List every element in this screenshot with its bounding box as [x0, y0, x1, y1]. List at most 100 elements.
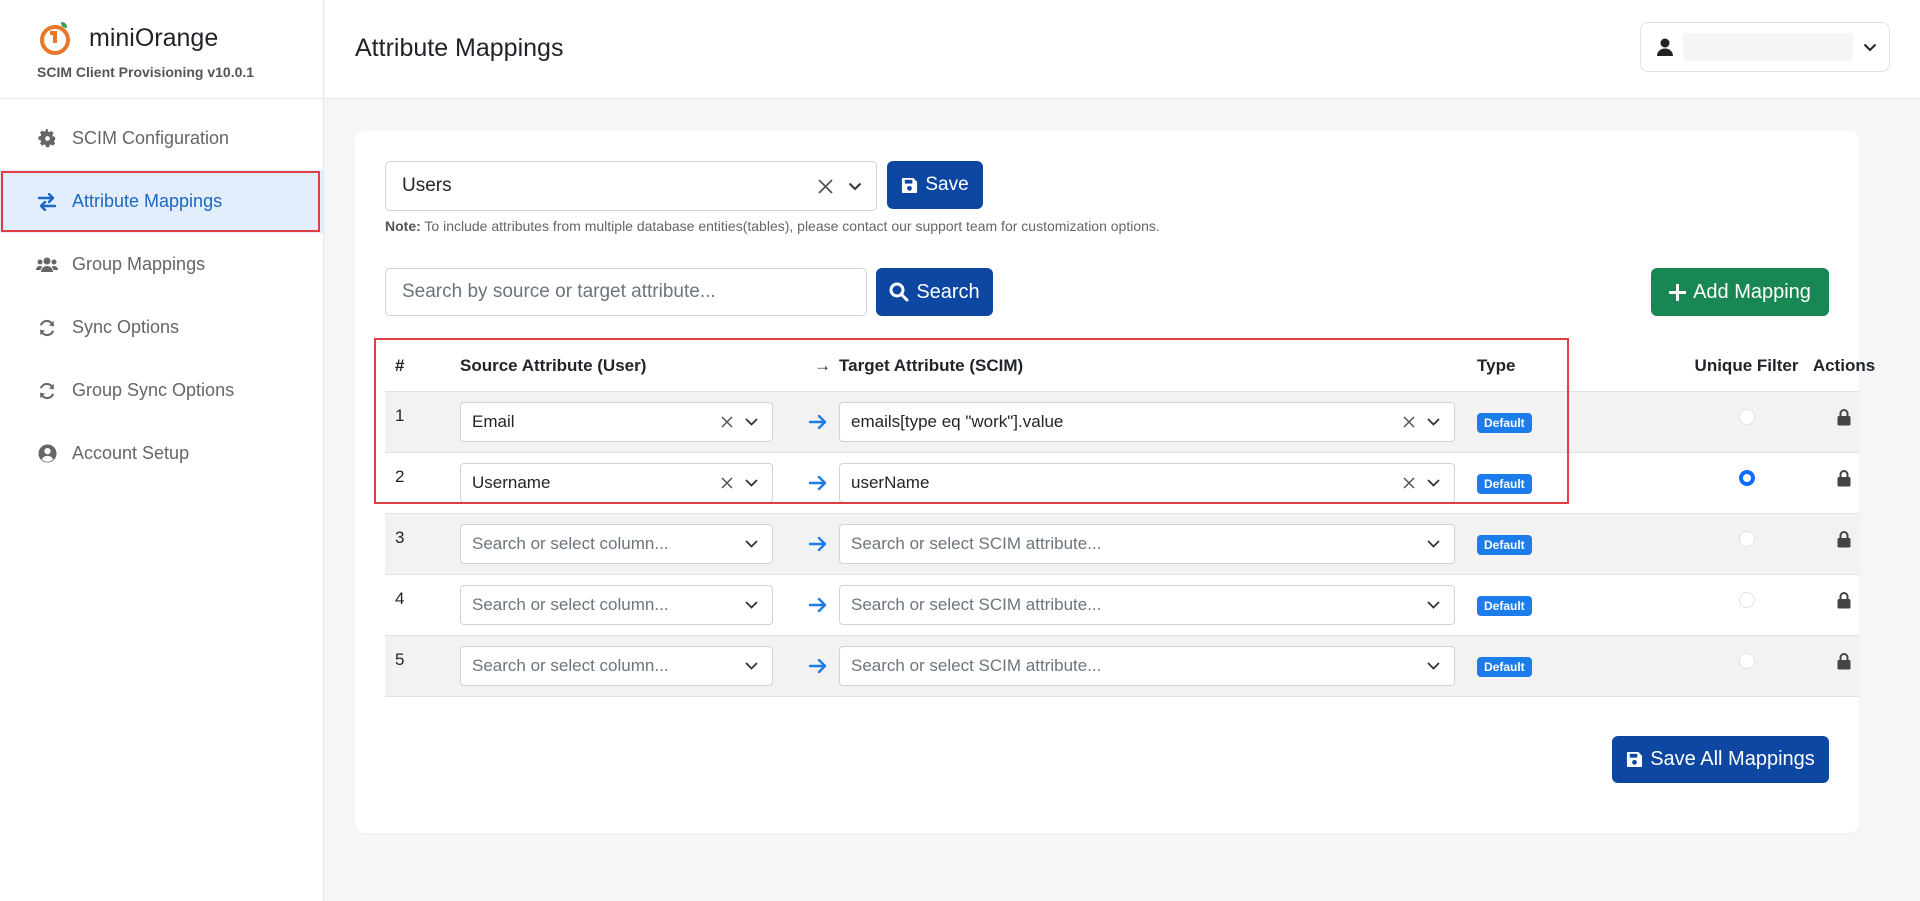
type-badge: Default [1477, 473, 1532, 494]
unique-filter-radio[interactable] [1738, 409, 1755, 425]
sidebar-item-sync-options[interactable]: Sync Options [0, 296, 323, 359]
sidebar-item-group-sync-options[interactable]: Group Sync Options [0, 359, 323, 422]
col-header-actions: Actions [1812, 355, 1876, 375]
source-attribute-value: Username [472, 473, 551, 492]
chevron-down-icon[interactable] [1427, 662, 1440, 670]
clear-icon[interactable] [721, 477, 733, 489]
clear-icon[interactable] [1403, 477, 1415, 489]
sidebar-item-attribute-mappings[interactable]: Attribute Mappings [0, 170, 323, 233]
unique-filter-radio[interactable] [1738, 592, 1755, 608]
user-menu-dropdown[interactable] [1640, 22, 1890, 72]
source-attribute-select[interactable]: Search or select column... [460, 585, 773, 625]
top-header: Attribute Mappings [325, 0, 1920, 99]
search-icon [889, 282, 909, 302]
sidebar-item-scim-configuration[interactable]: SCIM Configuration [0, 107, 323, 170]
entity-select-value: Users [402, 175, 452, 196]
chevron-down-icon[interactable] [1427, 418, 1440, 426]
sidebar-item-account-setup[interactable]: Account Setup [0, 422, 323, 485]
sidebar-item-label: SCIM Configuration [72, 128, 230, 148]
miniorange-logo-icon [40, 22, 70, 55]
target-attribute-select[interactable]: emails[type eq "work"].value [839, 402, 1455, 442]
target-attribute-placeholder: Search or select SCIM attribute... [851, 534, 1102, 553]
brand-name: miniOrange [89, 23, 219, 52]
plus-icon [1669, 283, 1687, 301]
chevron-down-icon[interactable] [848, 182, 862, 191]
chevron-down-icon[interactable] [745, 540, 758, 548]
save-button-label: Save [925, 174, 969, 195]
search-button[interactable]: Search [876, 268, 993, 316]
add-mapping-button[interactable]: Add Mapping [1651, 268, 1829, 316]
type-badge: Default [1477, 534, 1532, 555]
floppy-disk-icon [1627, 751, 1643, 768]
arrow-right-icon [789, 658, 839, 674]
target-attribute-select[interactable]: Search or select SCIM attribute... [839, 646, 1455, 686]
sidebar-item-label: Sync Options [72, 317, 180, 337]
mappings-card: Users Save Note: To include attributes f… [355, 131, 1876, 833]
sidebar: miniOrange SCIM Client Provisioning v10.… [0, 0, 324, 901]
chevron-down-icon[interactable] [745, 479, 758, 487]
note-text: Note: To include attributes from multipl… [385, 218, 1160, 234]
chevron-down-icon[interactable] [745, 418, 758, 426]
chevron-down-icon[interactable] [1427, 479, 1440, 487]
target-attribute-placeholder: Search or select SCIM attribute... [851, 595, 1102, 614]
lock-icon [1837, 469, 1851, 486]
row-number: 5 [395, 650, 405, 669]
chevron-down-icon[interactable] [745, 601, 758, 609]
search-button-label: Search [916, 280, 980, 303]
col-header-target: Target Attribute (SCIM) [839, 355, 1024, 375]
users-icon [36, 254, 58, 276]
table-row: 1 Email emails[type eq "work"].value Def… [385, 392, 1859, 453]
exchange-arrows-icon [36, 191, 58, 213]
target-attribute-select[interactable]: Search or select SCIM attribute... [839, 585, 1455, 625]
user-name-placeholder [1683, 33, 1853, 61]
sidebar-item-label: Group Mappings [72, 254, 206, 274]
save-button[interactable]: Save [887, 161, 983, 209]
source-attribute-select[interactable]: Email [460, 402, 773, 442]
target-attribute-value: emails[type eq "work"].value [851, 412, 1064, 431]
chevron-down-icon[interactable] [745, 662, 758, 670]
type-badge: Default [1477, 412, 1532, 433]
clear-icon[interactable] [1403, 416, 1415, 428]
col-header-unique: Unique Filter [1694, 355, 1799, 375]
page-title: Attribute Mappings [355, 34, 564, 62]
arrow-right-icon [789, 414, 839, 430]
mappings-table: # Source Attribute (User) → Target Attri… [385, 340, 1876, 697]
sidebar-item-group-mappings[interactable]: Group Mappings [0, 233, 323, 296]
unique-filter-radio[interactable] [1738, 470, 1755, 486]
arrow-right-icon [789, 475, 839, 491]
sidebar-nav: SCIM Configuration Attribute Mappings Gr… [0, 107, 323, 485]
close-icon[interactable] [817, 178, 834, 195]
user-icon [1657, 38, 1673, 56]
lock-icon [1837, 591, 1851, 608]
chevron-down-icon[interactable] [1427, 540, 1440, 548]
sidebar-item-label: Group Sync Options [72, 380, 235, 400]
type-badge: Default [1477, 595, 1532, 616]
target-attribute-select[interactable]: Search or select SCIM attribute... [839, 524, 1455, 564]
add-mapping-label: Add Mapping [1693, 280, 1811, 303]
chevron-down-icon[interactable] [1427, 601, 1440, 609]
type-badge: Default [1477, 656, 1532, 677]
source-attribute-select[interactable]: Username [460, 463, 773, 503]
entity-select[interactable]: Users [385, 161, 877, 211]
row-number: 1 [395, 406, 405, 425]
clear-icon[interactable] [721, 416, 733, 428]
row-number: 4 [395, 589, 405, 608]
floppy-disk-icon [902, 177, 918, 193]
sidebar-item-label: Account Setup [72, 443, 190, 463]
note-body: To include attributes from multiple data… [424, 218, 1160, 234]
search-input[interactable] [385, 268, 867, 316]
table-header: # Source Attribute (User) → Target Attri… [385, 340, 1876, 392]
brand: miniOrange SCIM Client Provisioning v10.… [0, 0, 323, 99]
sidebar-item-label: Attribute Mappings [72, 191, 223, 211]
source-attribute-select[interactable]: Search or select column... [460, 524, 773, 564]
source-attribute-select[interactable]: Search or select column... [460, 646, 773, 686]
unique-filter-radio[interactable] [1738, 531, 1755, 547]
gear-icon [36, 128, 58, 150]
target-attribute-value: userName [851, 473, 930, 492]
col-header-arrow: → [814, 355, 831, 375]
lock-icon [1837, 408, 1851, 425]
target-attribute-select[interactable]: userName [839, 463, 1455, 503]
unique-filter-radio[interactable] [1738, 653, 1755, 669]
col-header-num: # [395, 355, 405, 375]
save-all-mappings-button[interactable]: Save All Mappings [1612, 736, 1829, 783]
